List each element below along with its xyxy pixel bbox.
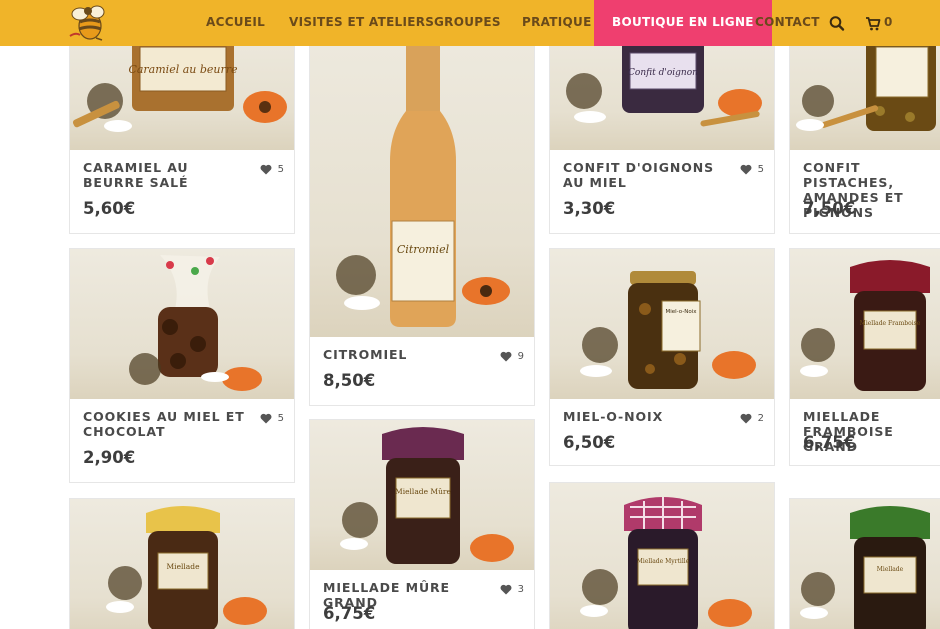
product-name[interactable]: CONFIT D'OIGNONS AU MIEL — [563, 160, 731, 190]
like-count: 5 — [277, 164, 284, 175]
product-card-confit-oignons[interactable]: Confit d'oignon CONFIT D'OIGNONS AU MIEL… — [549, 20, 775, 234]
like-count: 2 — [757, 413, 764, 424]
product-name[interactable]: COOKIES AU MIEL ET CHOCOLAT — [83, 409, 251, 439]
svg-text:Citromiel: Citromiel — [397, 243, 450, 256]
product-image[interactable]: Miellade Framboise — [790, 249, 940, 399]
svg-text:Miel-o-Noix: Miel-o-Noix — [666, 309, 698, 315]
bee-logo[interactable] — [66, 2, 108, 42]
product-image[interactable]: Miel-o-Noix — [550, 249, 774, 399]
product-info: MIELLADE MÛRE GRAND 3 6,75€ — [310, 570, 534, 629]
svg-text:Miellade Framboise: Miellade Framboise — [860, 320, 921, 327]
product-image[interactable]: Citromiel — [310, 21, 534, 337]
product-info: CONFIT D'OIGNONS AU MIEL 5 3,30€ — [550, 150, 774, 234]
product-info: CARAMIEL AU BEURRE SALÉ 5 5,60€ — [70, 150, 294, 234]
product-name[interactable]: MIEL-O-NOIX — [563, 409, 731, 424]
product-info: MIEL-O-NOIX 2 6,50€ — [550, 399, 774, 466]
product-price: 8,50€ — [323, 371, 376, 390]
product-price: 6,50€ — [563, 433, 616, 452]
svg-text:Confit d'oignon: Confit d'oignon — [628, 68, 698, 78]
product-info: CONFIT PISTACHES, AMANDES ET PIGNONS 7,5… — [790, 150, 940, 234]
product-price: 3,30€ — [563, 199, 616, 218]
heart-icon — [500, 584, 512, 595]
product-card-cookies[interactable]: COOKIES AU MIEL ET CHOCOLAT 5 2,90€ — [69, 248, 295, 483]
product-info: MIELLADE FRAMBOISE GRAND 6,75€ — [790, 399, 940, 466]
nav-boutique-en-ligne[interactable]: BOUTIQUE EN LIGNE — [594, 0, 772, 46]
nav-groupes[interactable]: GROUPES — [434, 0, 501, 46]
svg-text:Caramiel au beurre: Caramiel au beurre — [128, 63, 238, 76]
miellade-mure-jar-photo: Miellade Mûre — [340, 427, 514, 564]
heart-icon — [740, 413, 752, 424]
svg-text:Miellade: Miellade — [877, 566, 904, 573]
product-card-miellade-green[interactable]: Miellade — [789, 498, 940, 629]
nav-contact[interactable]: CONTACT — [755, 0, 820, 46]
product-card-miel-o-noix[interactable]: Miel-o-Noix MIEL-O-NOIX 2 6,50€ — [549, 248, 775, 466]
heart-icon — [260, 413, 272, 424]
product-card-citromiel[interactable]: Citromiel CITROMIEL 9 8,50€ — [309, 20, 535, 406]
product-image[interactable]: Miellade — [70, 499, 294, 629]
product-card-miellade-framboise[interactable]: Miellade Framboise MIELLADE FRAMBOISE GR… — [789, 248, 940, 466]
product-card-miellade[interactable]: Miellade — [69, 498, 295, 629]
product-image[interactable]: Miellade Mûre — [310, 420, 534, 570]
svg-text:Miellade Myrtille: Miellade Myrtille — [637, 558, 690, 565]
citromiel-bottle-photo: Citromiel — [336, 21, 510, 327]
like-button[interactable]: 5 — [260, 413, 284, 424]
product-price: 2,90€ — [83, 448, 136, 467]
svg-text:Miellade Mûre: Miellade Mûre — [395, 487, 452, 496]
svg-text:Miellade: Miellade — [166, 562, 200, 571]
product-image[interactable] — [70, 249, 294, 399]
like-count: 5 — [277, 413, 284, 424]
product-info: CITROMIEL 9 8,50€ — [310, 337, 534, 407]
site-header: ACCUEIL VISITES ET ATELIERS GROUPES PRAT… — [0, 0, 940, 46]
nav-accueil[interactable]: ACCUEIL — [206, 0, 265, 46]
like-count: 5 — [757, 164, 764, 175]
product-image[interactable]: Miellade — [790, 499, 940, 629]
like-button[interactable]: 3 — [500, 584, 524, 595]
cart-icon[interactable] — [865, 14, 881, 32]
product-price: 5,60€ — [83, 199, 136, 218]
product-name[interactable]: CITROMIEL — [323, 347, 491, 362]
miellade-jar-photo: Miellade — [106, 506, 267, 629]
miel-o-noix-jar-photo: Miel-o-Noix — [580, 271, 756, 389]
product-price: 7,50€ — [803, 199, 856, 218]
like-button[interactable]: 5 — [260, 164, 284, 175]
heart-icon — [260, 164, 272, 175]
miellade-framboise-jar-photo: Miellade Framboise — [800, 260, 930, 391]
product-name[interactable]: CARAMIEL AU BEURRE SALÉ — [83, 160, 251, 190]
nav-visites-ateliers[interactable]: VISITES ET ATELIERS — [289, 0, 434, 46]
search-icon[interactable] — [829, 14, 845, 32]
product-price: 6,75€ — [803, 433, 856, 452]
cart-count[interactable]: 0 — [884, 0, 892, 46]
cookies-bag-photo — [129, 255, 262, 391]
heart-icon — [500, 351, 512, 362]
miellade-myrtille-jar-photo: Miellade Myrtille — [580, 497, 752, 629]
like-button[interactable]: 5 — [740, 164, 764, 175]
product-card-confit-pistaches[interactable]: CONFIT PISTACHES, AMANDES ET PIGNONS 7,5… — [789, 20, 940, 234]
like-button[interactable]: 9 — [500, 351, 524, 362]
like-button[interactable]: 2 — [740, 413, 764, 424]
product-info: COOKIES AU MIEL ET CHOCOLAT 5 2,90€ — [70, 399, 294, 483]
product-card-caramiel[interactable]: Caramiel au beurre CARAMIEL AU BEURRE SA… — [69, 20, 295, 234]
like-count: 9 — [517, 351, 524, 362]
like-count: 3 — [517, 584, 524, 595]
product-price: 6,75€ — [323, 604, 376, 623]
product-card-miellade-myrtille[interactable]: Miellade Myrtille — [549, 482, 775, 629]
product-image[interactable]: Miellade Myrtille — [550, 483, 774, 629]
nav-pratique[interactable]: PRATIQUE — [522, 0, 592, 46]
heart-icon — [740, 164, 752, 175]
product-card-miellade-mure[interactable]: Miellade Mûre MIELLADE MÛRE GRAND 3 6,75… — [309, 419, 535, 629]
miellade-green-jar-photo: Miellade — [800, 506, 930, 629]
